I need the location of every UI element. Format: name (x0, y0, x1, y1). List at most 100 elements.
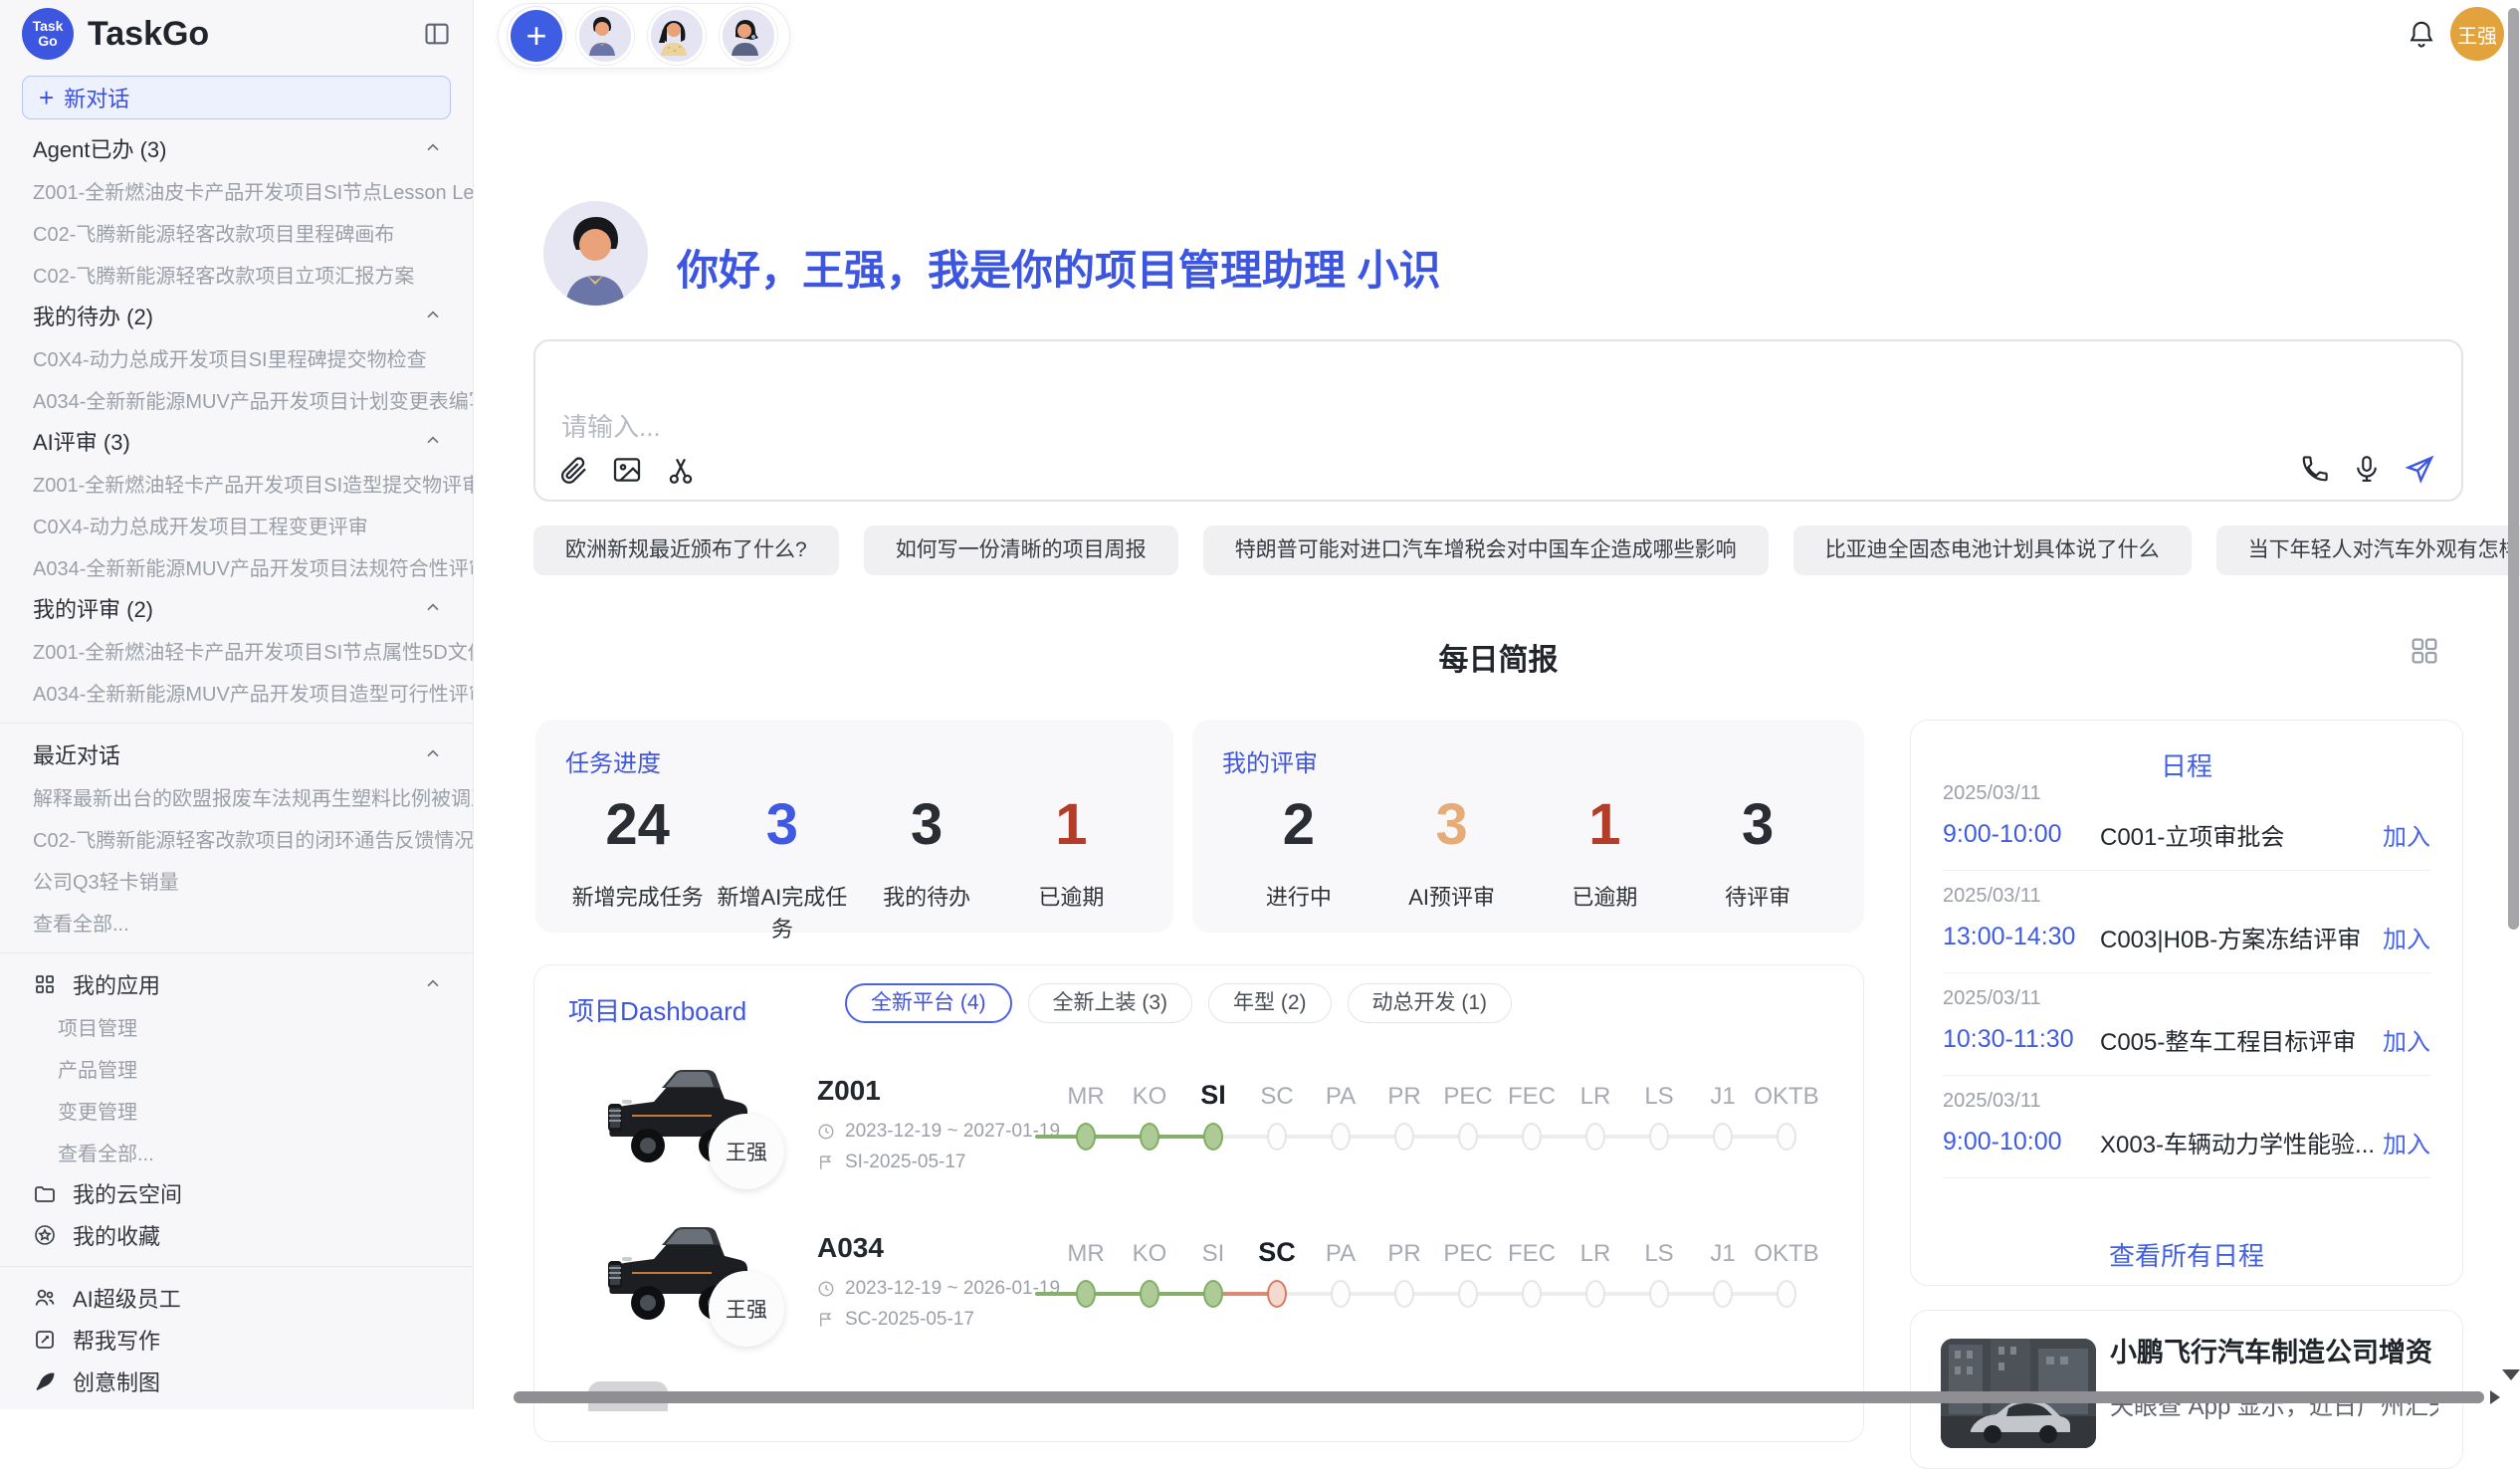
suggestion-chip[interactable]: 特朗普可能对进口汽车增税会对中国车企造成哪些影响 (1203, 525, 1769, 575)
sidebar-item[interactable]: A034-全新新能源MUV产品开发项目法规符合性评审 (0, 545, 473, 587)
suggestion-chip[interactable]: 当下年轻人对汽车外观有怎样的喜好趋势 (2216, 525, 2520, 575)
sidebar-item-creative-drawing[interactable]: 创意制图 (0, 1361, 473, 1402)
image-icon[interactable] (611, 454, 643, 486)
news-card[interactable]: 小鹏飞行汽车制造公司增资 天眼查 App 显示，近日广州汇天飞行汽 (1910, 1310, 2463, 1469)
milestone-node[interactable] (1331, 1280, 1351, 1308)
suggestion-chip[interactable]: 比亚迪全固态电池计划具体说了什么 (1793, 525, 2192, 575)
scroll-down-arrow[interactable] (2502, 1369, 2520, 1380)
tab-new-body[interactable]: 全新上装 (3) (1028, 983, 1193, 1023)
recent-chat-item[interactable]: 公司Q3轻卡销量 (0, 859, 473, 901)
sidebar-item-help-me-write[interactable]: 帮我写作 (0, 1319, 473, 1361)
tab-powertrain[interactable]: 动总开发 (1) (1348, 983, 1513, 1023)
milestone-node[interactable] (1394, 1123, 1414, 1151)
sidebar-item[interactable]: A034-全新新能源MUV产品开发项目造型可行性评审 (0, 671, 473, 713)
chevron-up-icon[interactable] (423, 306, 443, 325)
scissors-icon[interactable] (665, 454, 697, 486)
stat-label: 新增完成任务 (565, 880, 710, 912)
chevron-up-icon[interactable] (423, 431, 443, 451)
milestone-node[interactable] (1140, 1123, 1159, 1151)
milestone-node[interactable] (1713, 1123, 1733, 1151)
milestone-node[interactable] (1203, 1280, 1223, 1308)
milestone-node[interactable] (1331, 1123, 1351, 1151)
milestone-node[interactable] (1267, 1123, 1287, 1151)
join-link[interactable]: 加入 (2383, 817, 2430, 852)
milestone-node[interactable] (1522, 1280, 1542, 1308)
sidebar-item-ai-super-staff[interactable]: AI超级员工 (0, 1277, 473, 1319)
avatar[interactable] (720, 7, 777, 65)
chevron-up-icon[interactable] (423, 974, 443, 994)
section-my-todo[interactable]: 我的待办 (2) (0, 295, 473, 336)
microphone-icon[interactable] (2352, 454, 2384, 486)
section-recent-chats[interactable]: 最近对话 (0, 734, 473, 775)
milestone-label: PA (1326, 1240, 1356, 1268)
avatar[interactable] (648, 7, 706, 65)
milestone-node[interactable] (1649, 1280, 1669, 1308)
milestone-node[interactable] (1585, 1123, 1605, 1151)
sidebar-item[interactable]: C0X4-动力总成开发项目工程变更评审 (0, 504, 473, 545)
layout-grid-icon[interactable] (2409, 635, 2440, 667)
phone-icon[interactable] (2300, 454, 2332, 486)
app-item-project-mgmt[interactable]: 项目管理 (0, 1005, 473, 1047)
apps-view-all[interactable]: 查看全部... (0, 1131, 473, 1172)
user-avatar[interactable]: 王强 (2450, 7, 2504, 61)
project-row[interactable]: 王强 Z001 2023-12-19 ~ 2027-01-19 SI-2025-… (534, 1045, 1863, 1194)
chevron-up-icon[interactable] (423, 138, 443, 158)
tab-new-platform[interactable]: 全新平台 (4) (845, 983, 1012, 1023)
sidebar-item[interactable]: Z001-全新燃油皮卡产品开发项目SI节点Lesson Learn报告 (0, 169, 473, 211)
new-chat-button[interactable]: + 新对话 (22, 76, 451, 119)
view-all-schedule-link[interactable]: 查看所有日程 (1911, 1236, 2462, 1273)
logo-text-1: Task (33, 19, 64, 34)
tab-model-year[interactable]: 年型 (2) (1208, 983, 1332, 1023)
sidebar-item[interactable]: Z001-全新燃油轻卡产品开发项目SI造型提交物评审 (0, 462, 473, 504)
milestone-node[interactable] (1394, 1280, 1414, 1308)
scroll-right-arrow[interactable] (2490, 1390, 2500, 1404)
chevron-up-icon[interactable] (423, 598, 443, 618)
milestone-node-alert[interactable] (1267, 1280, 1287, 1308)
recent-chat-item[interactable]: C02-飞腾新能源轻客改款项目的闭环通告反馈情况 (0, 817, 473, 859)
horizontal-scrollbar[interactable] (514, 1391, 2484, 1403)
milestone-node[interactable] (1649, 1123, 1669, 1151)
sidebar-item[interactable]: C02-飞腾新能源轻客改款项目立项汇报方案 (0, 253, 473, 295)
chevron-up-icon[interactable] (423, 744, 443, 764)
sidebar-item[interactable]: Z001-全新燃油轻卡产品开发项目SI节点属性5D文件评审 (0, 629, 473, 671)
chat-input-box[interactable]: 请输入... (533, 339, 2463, 502)
project-row[interactable]: 王强 A034 2023-12-19 ~ 2026-01-19 SC-2025-… (534, 1202, 1863, 1352)
join-link[interactable]: 加入 (2383, 920, 2430, 954)
send-icon[interactable] (2404, 454, 2435, 486)
suggestion-chip[interactable]: 如何写一份清晰的项目周报 (864, 525, 1178, 575)
suggestion-chip[interactable]: 欧洲新规最近颁布了什么? (533, 525, 839, 575)
sidebar-item-my-apps[interactable]: 我的应用 (0, 963, 473, 1005)
section-ai-review[interactable]: AI评审 (3) (0, 420, 473, 462)
milestone-node[interactable] (1585, 1280, 1605, 1308)
app-item-product-mgmt[interactable]: 产品管理 (0, 1047, 473, 1089)
app-item-change-mgmt[interactable]: 变更管理 (0, 1089, 473, 1131)
add-agent-button[interactable]: + (511, 10, 562, 62)
milestone-node[interactable] (1777, 1280, 1796, 1308)
avatar[interactable] (576, 7, 634, 65)
milestone-node[interactable] (1076, 1280, 1096, 1308)
sidebar-item[interactable]: C02-飞腾新能源轻客改款项目里程碑画布 (0, 211, 473, 253)
join-link[interactable]: 加入 (2383, 1125, 2430, 1159)
sidebar-collapse-icon[interactable] (423, 20, 451, 48)
milestone-node[interactable] (1076, 1123, 1096, 1151)
sidebar-item[interactable]: A034-全新新能源MUV产品开发项目计划变更表编写 (0, 378, 473, 420)
sidebar-item[interactable]: C0X4-动力总成开发项目SI里程碑提交物检查 (0, 336, 473, 378)
milestone-node[interactable] (1777, 1123, 1796, 1151)
recent-view-all[interactable]: 查看全部... (0, 901, 473, 943)
milestone-node[interactable] (1140, 1280, 1159, 1308)
sidebar-item-cloud-space[interactable]: 我的云空间 (0, 1172, 473, 1214)
section-my-review[interactable]: 我的评审 (2) (0, 587, 473, 629)
sidebar-item-favorites[interactable]: 我的收藏 (0, 1214, 473, 1256)
milestone-label: LS (1644, 1240, 1673, 1268)
vertical-scrollbar[interactable] (2508, 8, 2519, 930)
milestone-node[interactable] (1458, 1123, 1478, 1151)
recent-chat-item[interactable]: 解释最新出台的欧盟报废车法规再生塑料比例被调至15%... (0, 775, 473, 817)
attachment-icon[interactable] (557, 454, 589, 486)
milestone-node[interactable] (1458, 1280, 1478, 1308)
join-link[interactable]: 加入 (2383, 1022, 2430, 1057)
milestone-node[interactable] (1713, 1280, 1733, 1308)
section-agent-done[interactable]: Agent已办 (3) (0, 127, 473, 169)
milestone-node[interactable] (1522, 1123, 1542, 1151)
milestone-node[interactable] (1203, 1123, 1223, 1151)
notification-bell-icon[interactable] (2407, 18, 2436, 50)
